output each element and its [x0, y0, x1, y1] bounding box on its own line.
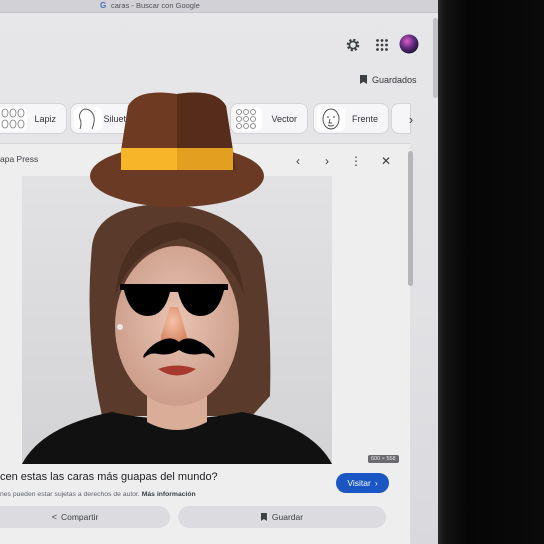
browser-screen: G caras - Buscar con Google Guardados La… [0, 0, 438, 544]
apps-grid-icon[interactable] [375, 38, 389, 52]
chip-silueta[interactable]: Silueta [70, 103, 136, 134]
chip-label: Silueta [103, 113, 131, 124]
saved-link[interactable]: Guardados [360, 75, 417, 85]
chip-lapiz[interactable]: Lapiz [0, 103, 67, 134]
monitor-bezel [438, 0, 544, 544]
pencil-faces-thumbnail [0, 106, 27, 131]
image-caption[interactable]: cen estas las caras más guapas del mundo… [0, 471, 218, 483]
chevron-right-icon: › [374, 478, 378, 488]
silhouette-thumbnail [74, 106, 102, 131]
share-button[interactable]: < Compartir [0, 506, 170, 528]
share-label: Compartir [60, 512, 99, 522]
chip-frente[interactable]: Frente [313, 103, 389, 134]
chip-label: Vector [271, 113, 297, 124]
copyright-notice: nes pueden estar sujetas a derechos de a… [0, 491, 196, 498]
source-name[interactable]: apa Press [0, 154, 38, 164]
visit-button[interactable]: Visitar › [336, 473, 389, 493]
google-favicon: G [100, 1, 107, 10]
visit-label: Visitar [347, 478, 371, 488]
chevron-right-icon[interactable]: › [318, 152, 336, 170]
preview-image[interactable] [22, 176, 332, 464]
chip-label: Frente [351, 113, 378, 124]
tab-title[interactable]: caras - Buscar con Google [111, 1, 200, 10]
chevron-right-icon[interactable]: › [401, 110, 421, 130]
save-label: Guardar [271, 512, 304, 522]
saved-label: Guardados [372, 75, 417, 85]
avatar[interactable] [399, 34, 419, 54]
save-button[interactable]: Guardar [178, 506, 386, 528]
vector-faces-thumbnail [234, 106, 262, 131]
rights-text: nes pueden estar sujetas a derechos de a… [0, 491, 140, 498]
browser-titlebar: G caras - Buscar con Google [0, 0, 438, 13]
front-face-thumbnail [317, 106, 345, 131]
more-vert-icon[interactable]: ⋮ [347, 152, 365, 170]
bookmark-icon [260, 513, 267, 521]
chevron-left-icon[interactable]: ‹ [289, 152, 307, 170]
chip-vector[interactable]: Vector [230, 103, 308, 134]
gear-icon[interactable] [345, 37, 361, 53]
more-info-link[interactable]: Más información [142, 491, 196, 498]
image-dimensions: 600 × 558 [368, 455, 399, 463]
close-icon[interactable]: ✕ [377, 152, 395, 170]
chip-label: Lapiz [34, 113, 56, 124]
bookmark-icon [360, 75, 367, 84]
share-icon: < [51, 512, 57, 522]
panel-scrollbar[interactable] [408, 151, 413, 286]
